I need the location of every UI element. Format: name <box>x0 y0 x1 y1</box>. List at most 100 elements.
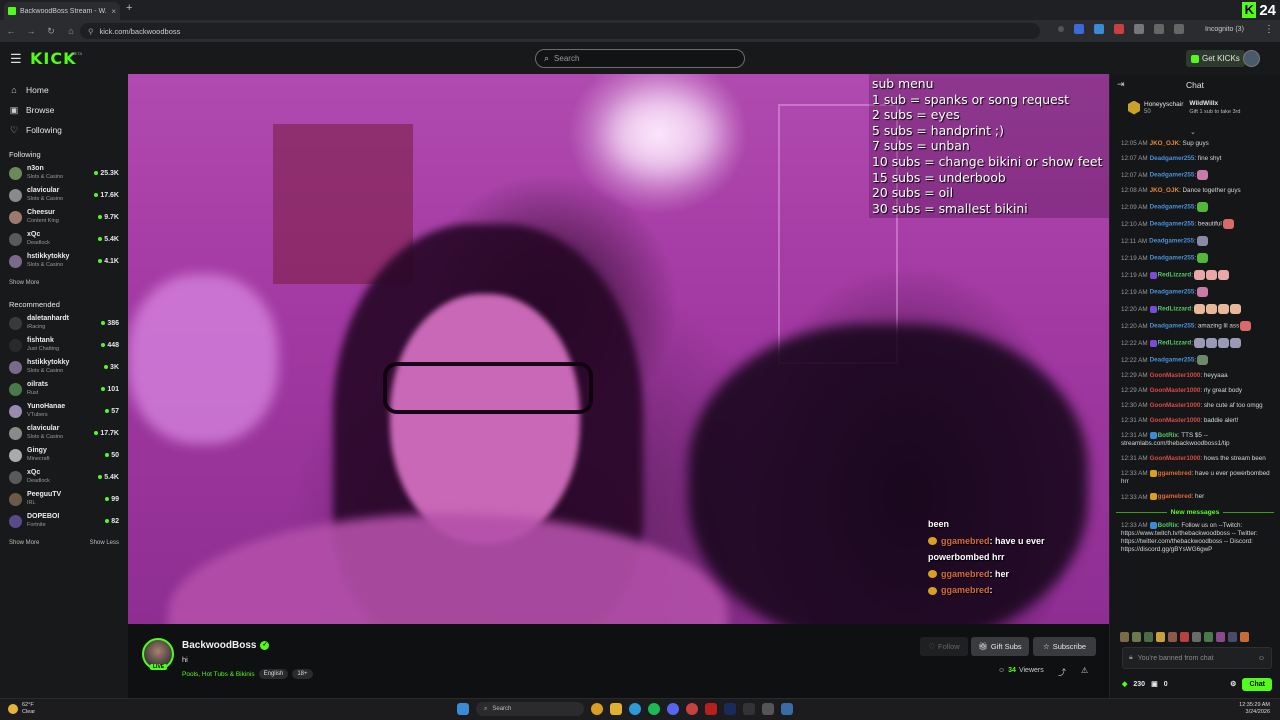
sidebar-channel[interactable]: oilrats Rust 101 <box>0 378 128 400</box>
emote-picker-icon[interactable]: ☺ <box>1258 655 1265 662</box>
collapse-chat-icon[interactable]: ⇥ <box>1117 79 1125 90</box>
message-user[interactable]: Deadgamer255 <box>1150 155 1195 162</box>
video-player[interactable]: sub menu 1 sub = spanks or song request 2 … <box>128 74 1109 624</box>
message-user[interactable]: GoonMaster1000 <box>1150 417 1201 424</box>
report-icon[interactable]: ⚠ <box>1081 666 1088 675</box>
message-user[interactable]: JKO_OJK <box>1150 140 1179 147</box>
message-user[interactable]: BotRix <box>1158 522 1178 529</box>
emote-icon[interactable] <box>1180 632 1189 642</box>
reload-icon[interactable]: ↻ <box>46 26 56 37</box>
message-user[interactable]: Deadgamer255 <box>1150 204 1195 211</box>
sidebar-channel[interactable]: xQc Deadlock 5.4K <box>0 466 128 488</box>
message-user[interactable]: Deadgamer255 <box>1150 289 1195 296</box>
message-user[interactable]: RedLizzard <box>1158 340 1192 347</box>
discord-icon[interactable] <box>667 703 679 715</box>
tag-language[interactable]: English <box>258 669 289 679</box>
chat-input[interactable] <box>1137 654 1253 662</box>
extension-icon[interactable] <box>1074 24 1084 34</box>
emote-icon[interactable] <box>1120 632 1129 642</box>
app-icon[interactable] <box>686 703 698 715</box>
extension-icon[interactable] <box>1094 24 1104 34</box>
forward-arrow-icon[interactable]: → <box>26 26 36 36</box>
browser-tab[interactable]: BackwoodBoss Stream - W... × <box>4 2 120 20</box>
sidebar-channel[interactable]: Gingy Minecraft 50 <box>0 444 128 466</box>
spotify-icon[interactable] <box>648 703 660 715</box>
subscribe-button[interactable]: ☆ Subscribe <box>1033 637 1096 656</box>
terminal-icon[interactable] <box>743 703 755 715</box>
message-user[interactable]: Deadgamer255 <box>1150 221 1195 228</box>
message-user[interactable]: ggamebred <box>1158 494 1192 501</box>
get-kicks-button[interactable]: Get KICKs <box>1186 50 1245 67</box>
nav-following[interactable]: ♡ Following <box>0 120 128 140</box>
message-user[interactable]: GoonMaster1000 <box>1150 455 1201 462</box>
message-user[interactable]: GoonMaster1000 <box>1150 372 1201 379</box>
sidebar-channel[interactable]: clavicular Slots & Casino 17.7K <box>0 422 128 444</box>
chrome-icon[interactable] <box>591 703 603 715</box>
address-bar[interactable]: ⚲ kick.com/backwoodboss <box>80 23 1040 39</box>
browser-menu-icon[interactable]: ⋮ <box>1264 24 1274 35</box>
emote-icon[interactable] <box>1216 632 1225 642</box>
sidebar-channel[interactable]: DOPEBOI Fortnite 82 <box>0 510 128 532</box>
chat-send-button[interactable]: Chat <box>1242 677 1272 691</box>
message-user[interactable]: Deadgamer255 <box>1150 323 1195 330</box>
emote-icon[interactable] <box>1132 632 1141 642</box>
settings-gear-icon[interactable]: ⚙ <box>1230 680 1236 688</box>
extension-icon[interactable] <box>1174 24 1184 34</box>
sidebar-channel[interactable]: hstikkytokky Slots & Casino 4.1K <box>0 250 128 272</box>
message-user[interactable]: JKO_OJK <box>1150 187 1179 194</box>
top-gifter[interactable]: Honeyyschair 50 <box>1128 100 1183 115</box>
sidebar-channel[interactable]: xQc Deadlock 5.4K <box>0 228 128 250</box>
user-avatar[interactable] <box>1243 50 1260 67</box>
follow-button[interactable]: ♡ Follow <box>920 637 968 656</box>
emote-icon[interactable] <box>1192 632 1201 642</box>
weather-widget[interactable]: 62°F Clear <box>8 702 35 716</box>
gift-prompt[interactable]: WildWillx Gift 1 sub to take 3rd <box>1189 100 1240 116</box>
home-browser-icon[interactable]: ⌂ <box>66 26 76 36</box>
message-user[interactable]: RedLizzard <box>1158 306 1192 313</box>
extension-icon[interactable] <box>1154 24 1164 34</box>
message-user[interactable]: RedLizzard <box>1158 272 1192 279</box>
chat-input-box[interactable]: 🔒︎ ☺ <box>1122 647 1272 669</box>
streamer-name[interactable]: BackwoodBoss <box>182 640 256 651</box>
message-user[interactable]: Deadgamer255 <box>1149 238 1194 245</box>
sidebar-channel[interactable]: Cheesur Content King 9.7K <box>0 206 128 228</box>
back-arrow-icon[interactable]: ← <box>6 26 16 36</box>
taskbar-search[interactable]: ⌕ Search <box>476 702 584 716</box>
message-user[interactable]: ggamebred <box>1158 470 1192 477</box>
search-bar[interactable]: ⌕ <box>535 49 745 68</box>
sidebar-channel[interactable]: hstikkytokky Slots & Casino 3K <box>0 356 128 378</box>
site-info-icon[interactable]: ⚲ <box>88 27 94 36</box>
gift-subs-button[interactable]: 🎁︎ Gift Subs <box>971 637 1029 656</box>
sidebar-channel[interactable]: fishtank Just Chatting 448 <box>0 334 128 356</box>
emote-icon[interactable] <box>1168 632 1177 642</box>
app-icon[interactable] <box>781 703 793 715</box>
show-more-recommended[interactable]: Show More <box>9 536 39 550</box>
emote-icon[interactable] <box>1240 632 1249 642</box>
sidebar-channel[interactable]: PeeguuTV IRL 99 <box>0 488 128 510</box>
share-icon[interactable]: ⤴ <box>1058 667 1066 678</box>
stream-category[interactable]: Pools, Hot Tubs & Bikinis <box>182 671 255 678</box>
tag-mature[interactable]: 18+ <box>292 669 313 679</box>
tab-close-icon[interactable]: × <box>111 7 116 16</box>
app-icon[interactable] <box>762 703 774 715</box>
message-user[interactable]: GoonMaster1000 <box>1150 402 1201 409</box>
photoshop-icon[interactable] <box>724 703 736 715</box>
sidebar-channel[interactable]: n3on Slots & Casino 25.3K <box>0 162 128 184</box>
incognito-badge[interactable]: Incognito (3) <box>1205 26 1244 33</box>
message-user[interactable]: Deadgamer255 <box>1150 255 1195 262</box>
new-tab-button[interactable]: + <box>126 2 132 14</box>
emote-icon[interactable] <box>1228 632 1237 642</box>
emote-icon[interactable] <box>1156 632 1165 642</box>
search-input[interactable] <box>554 54 735 63</box>
message-user[interactable]: GoonMaster1000 <box>1150 387 1201 394</box>
gift-count[interactable]: 0 <box>1164 681 1168 688</box>
sidebar-channel[interactable]: daletanhardt iRacing 386 <box>0 312 128 334</box>
expand-pinned-icon[interactable]: ⌄ <box>1190 128 1196 136</box>
sidebar-channel[interactable]: clavicular Slots & Casino 17.6K <box>0 184 128 206</box>
show-more-following[interactable]: Show More <box>9 276 39 290</box>
sidebar-channel[interactable]: YunoHanae VTubers 57 <box>0 400 128 422</box>
edge-icon[interactable] <box>629 703 641 715</box>
kicks-count[interactable]: 230 <box>1133 681 1145 688</box>
message-user[interactable]: Deadgamer255 <box>1150 172 1195 179</box>
start-menu-icon[interactable] <box>457 703 469 715</box>
